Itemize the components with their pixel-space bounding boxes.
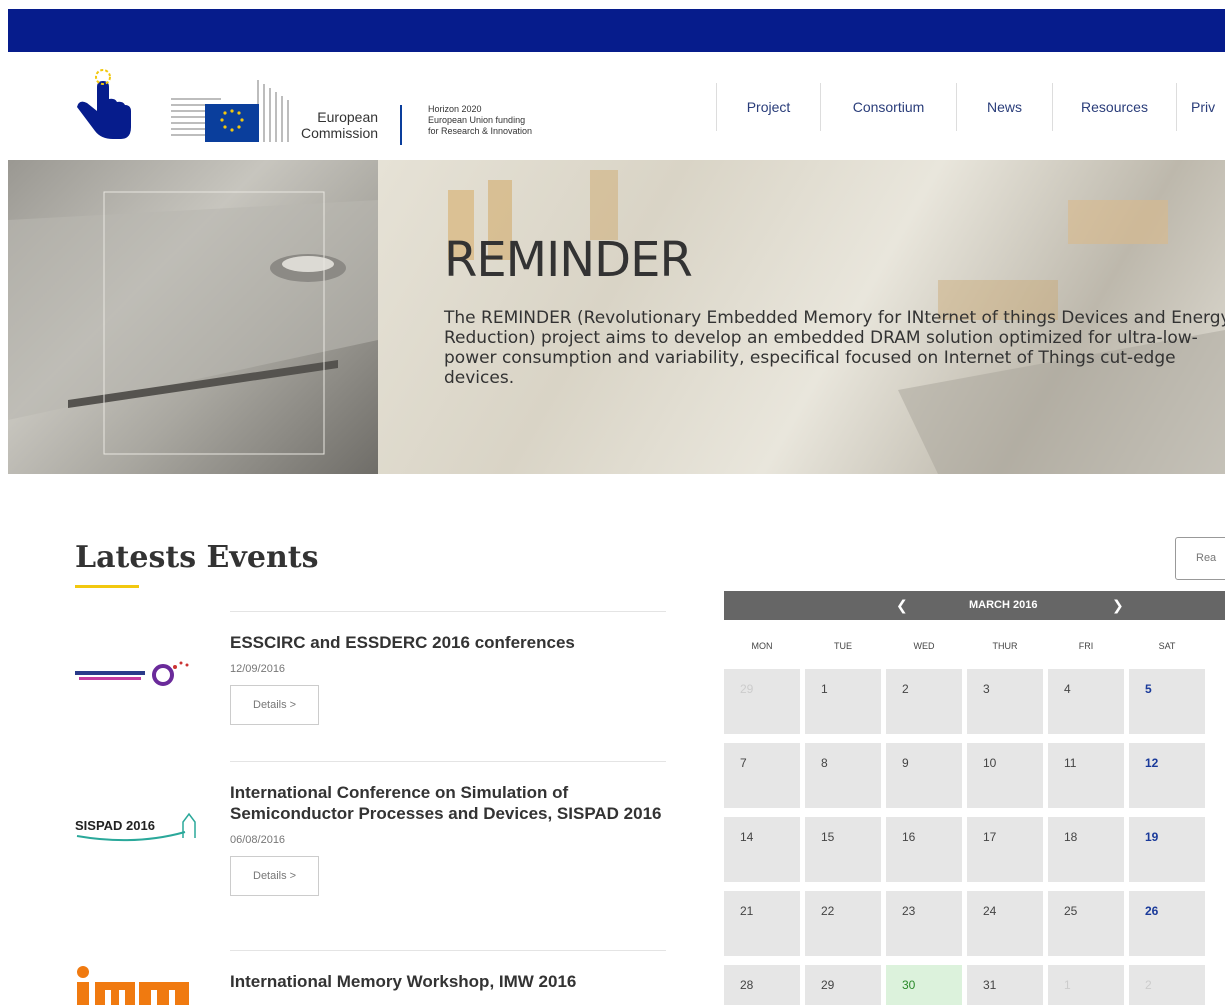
weekday-label: MON: [751, 641, 773, 651]
calendar-day[interactable]: 1: [1048, 965, 1124, 1005]
weekday-label: FRI: [1078, 641, 1094, 651]
calendar-day[interactable]: 28: [724, 965, 800, 1005]
weekday-label: WED: [913, 641, 935, 651]
event-details-button[interactable]: Details >: [230, 685, 320, 725]
calendar-day[interactable]: 8: [805, 743, 881, 808]
calendar-day[interactable]: 30: [886, 965, 962, 1005]
calendar-day[interactable]: 10: [967, 743, 1043, 808]
top-bar: [8, 9, 1225, 52]
chevron-right-icon[interactable]: ❯: [1112, 597, 1124, 614]
calendar-day[interactable]: 5: [1129, 669, 1205, 734]
ec-divider: [400, 105, 402, 145]
event-item-2: International Conference on Simulation o…: [230, 761, 666, 896]
event-details-button[interactable]: Details >: [230, 856, 320, 896]
calendar-day[interactable]: 31: [967, 965, 1043, 1005]
ec-line-2: Commission: [301, 125, 379, 141]
nav-item-news[interactable]: News: [956, 83, 1052, 131]
calendar-day[interactable]: 21: [724, 891, 800, 956]
calendar-day[interactable]: 2: [1129, 965, 1205, 1005]
nav-item-privacy[interactable]: Priv: [1176, 83, 1225, 131]
calendar-day[interactable]: 15: [805, 817, 881, 882]
calendar-day[interactable]: 7: [724, 743, 800, 808]
calendar-day[interactable]: 16: [886, 817, 962, 882]
calendar-day[interactable]: 4: [1048, 669, 1124, 734]
weekday-label: THUR: [992, 641, 1018, 651]
horizon-2020-text: Horizon 2020 European Union funding for …: [428, 104, 532, 137]
calendar-day[interactable]: 11: [1048, 743, 1124, 808]
hero-banner: REMINDER The REMINDER (Revolutionary Emb…: [8, 160, 1225, 474]
hero-image-left: [8, 160, 378, 474]
calendar-day[interactable]: 23: [886, 891, 962, 956]
nav-item-resources[interactable]: Resources: [1052, 83, 1176, 131]
calendar-day[interactable]: 22: [805, 891, 881, 956]
calendar-day[interactable]: 9: [886, 743, 962, 808]
chevron-left-icon[interactable]: ❮: [896, 597, 908, 614]
h2020-line-3: for Research & Innovation: [428, 126, 533, 136]
imw-logo-icon: [77, 966, 189, 1005]
ec-line-1: European: [317, 109, 379, 125]
hand-pointer-logo-icon[interactable]: [73, 67, 135, 142]
events-section-title: Latests Events: [75, 540, 319, 575]
calendar-day[interactable]: 29: [805, 965, 881, 1005]
calendar-day[interactable]: 25: [1048, 891, 1124, 956]
read-more-button[interactable]: Rea: [1175, 537, 1225, 580]
calendar-day[interactable]: 19: [1129, 817, 1205, 882]
calendar-day[interactable]: 29: [724, 669, 800, 734]
nav-item-consortium[interactable]: Consortium: [820, 83, 956, 131]
calendar-day[interactable]: 3: [967, 669, 1043, 734]
h2020-line-2: European Union funding: [428, 115, 526, 125]
calendar-day[interactable]: 17: [967, 817, 1043, 882]
event-title[interactable]: ESSCIRC and ESSDERC 2016 conferences: [230, 632, 666, 653]
event-item-3: International Memory Workshop, IMW 2016: [230, 950, 666, 992]
event-title[interactable]: International Conference on Simulation o…: [230, 782, 666, 824]
calendar-header: ❮ MARCH 2016 ❯: [724, 591, 1225, 620]
site-header: European Commission Horizon 2020 Europea…: [8, 52, 1225, 160]
imw-logo[interactable]: [75, 962, 205, 1005]
event-date: 12/09/2016: [230, 663, 286, 675]
calendar-day[interactable]: 2: [886, 669, 962, 734]
esscirc-logo-icon: [75, 661, 189, 686]
events-title-underline: [75, 585, 139, 588]
hero-photo-shapes: [8, 191, 378, 455]
hero-title: REMINDER: [444, 232, 693, 288]
h2020-line-1: Horizon 2020: [428, 104, 482, 114]
esscirc-logo[interactable]: [75, 655, 205, 695]
calendar-weekdays: MON TUE WED THUR FRI SAT: [724, 641, 1225, 655]
calendar-day[interactable]: 24: [967, 891, 1043, 956]
calendar-day[interactable]: 18: [1048, 817, 1124, 882]
calendar-day[interactable]: 14: [724, 817, 800, 882]
events-calendar: ❮ MARCH 2016 ❯ MON TUE WED THUR FRI SAT 29 1 2 3…: [724, 591, 1225, 1005]
event-title[interactable]: International Memory Workshop, IMW 2016: [230, 971, 666, 992]
sispad-logo[interactable]: SISPAD 2016: [75, 808, 205, 848]
calendar-day[interactable]: 12: [1129, 743, 1205, 808]
ec-logo-text: European Commission: [301, 109, 378, 141]
weekday-label: SAT: [1158, 641, 1176, 651]
calendar-day[interactable]: 1: [805, 669, 881, 734]
main-nav: Project Consortium News Resources Priv: [716, 83, 1225, 131]
event-date: 06/08/2016: [230, 834, 286, 846]
nav-item-project[interactable]: Project: [716, 83, 820, 131]
event-item-1: ESSCIRC and ESSDERC 2016 conferences 12/…: [230, 611, 666, 725]
sispad-logo-icon: SISPAD 2016: [75, 812, 196, 842]
calendar-month: MARCH 2016: [969, 599, 1038, 611]
calendar-day[interactable]: 26: [1129, 891, 1205, 956]
weekday-label: TUE: [834, 641, 852, 651]
svg-text:SISPAD 2016: SISPAD 2016: [75, 818, 155, 833]
hero-description: The REMINDER (Revolutionary Embedded Mem…: [444, 308, 1225, 388]
